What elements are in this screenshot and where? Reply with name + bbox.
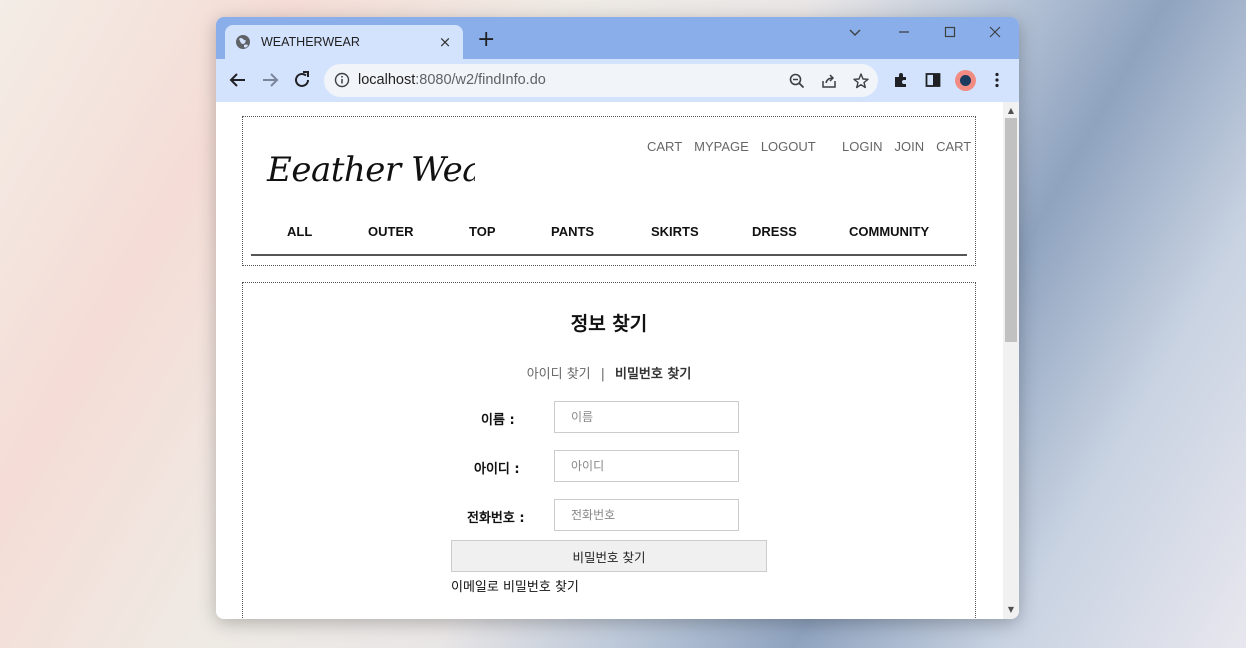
url-text: localhost:8080/w2/findInfo.do [358, 72, 546, 88]
tab-strip: WEATHERWEAR × + [216, 17, 1019, 59]
user-links-guest: LOGIN JOIN CART [842, 139, 971, 154]
browser-toolbar: localhost:8080/w2/findInfo.do [216, 59, 1019, 102]
close-window-icon[interactable] [988, 25, 1002, 39]
menu-item-skirts[interactable]: SKIRTS [651, 224, 699, 239]
forward-arrow-icon[interactable] [259, 69, 281, 91]
tab-separator: | [600, 367, 606, 382]
bookmark-star-icon[interactable] [852, 72, 870, 90]
back-arrow-icon[interactable] [227, 69, 249, 91]
new-tab-button[interactable]: + [477, 29, 495, 51]
browser-window: WEATHERWEAR × + localhost:8080/w2/findIn… [216, 17, 1019, 619]
reload-icon[interactable] [291, 69, 313, 91]
link-logout[interactable]: LOGOUT [761, 139, 816, 154]
tab-title: WEATHERWEAR [261, 35, 360, 49]
menu-item-outer[interactable]: OUTER [368, 224, 414, 239]
minimize-icon[interactable] [897, 25, 911, 39]
phone-input[interactable] [554, 499, 739, 531]
site-header: Eeather Wear CART MYPAGE LOGOUT LOGIN JO… [242, 116, 976, 266]
menu-item-community[interactable]: COMMUNITY [849, 224, 929, 239]
page-title: 정보 찾기 [570, 313, 648, 335]
scroll-thumb[interactable] [1005, 118, 1017, 342]
address-bar[interactable]: localhost:8080/w2/findInfo.do [324, 64, 878, 97]
find-password-by-email-link[interactable]: 이메일로 비밀번호 찾기 [451, 576, 579, 595]
find-password-button[interactable]: 비밀번호 찾기 [451, 540, 767, 572]
scroll-down-arrow-icon[interactable]: ▼ [1003, 603, 1019, 617]
name-input[interactable] [554, 401, 739, 433]
name-row: 이름 : [243, 401, 975, 433]
id-label: 아이디 : [474, 462, 520, 477]
scroll-up-arrow-icon[interactable]: ▲ [1003, 104, 1019, 118]
site-info-icon[interactable] [334, 72, 350, 88]
side-panel-icon[interactable] [924, 71, 942, 89]
link-cart[interactable]: CART [647, 139, 682, 154]
profile-avatar[interactable] [955, 70, 976, 91]
link-cart-guest[interactable]: CART [936, 139, 971, 154]
menu-item-dress[interactable]: DRESS [752, 224, 797, 239]
maximize-icon[interactable] [943, 25, 957, 39]
link-mypage[interactable]: MYPAGE [694, 139, 749, 154]
phone-row: 전화번호 : [243, 499, 975, 531]
category-menu: ALL OUTER TOP PANTS SKIRTS DRESS COMMUNI… [251, 222, 967, 256]
menu-item-pants[interactable]: PANTS [551, 224, 594, 239]
page-viewport: Eeather Wear CART MYPAGE LOGOUT LOGIN JO… [216, 102, 1003, 619]
menu-item-top[interactable]: TOP [469, 224, 496, 239]
find-mode-tabs: 아이디 찾기 | 비밀번호 찾기 [243, 363, 975, 382]
link-login[interactable]: LOGIN [842, 139, 882, 154]
share-icon[interactable] [820, 72, 838, 90]
more-menu-icon[interactable] [988, 71, 1006, 89]
find-info-panel: 정보 찾기 아이디 찾기 | 비밀번호 찾기 이름 : 아이디 : 전화번호 : 비… [242, 282, 976, 619]
browser-tab[interactable]: WEATHERWEAR × [225, 25, 463, 59]
tab-find-password[interactable]: 비밀번호 찾기 [615, 367, 691, 382]
svg-text:Eeather Wear: Eeather Wear [266, 150, 475, 190]
site-logo[interactable]: Eeather Wear [265, 137, 475, 193]
globe-icon [236, 35, 250, 49]
tab-search-chevron-icon[interactable] [848, 25, 862, 39]
vertical-scrollbar[interactable]: ▲ ▼ [1003, 102, 1019, 619]
extensions-puzzle-icon[interactable] [892, 71, 910, 89]
tab-close-icon[interactable]: × [437, 33, 453, 51]
zoom-out-icon[interactable] [788, 72, 806, 90]
name-label: 이름 : [481, 413, 515, 428]
tab-find-id[interactable]: 아이디 찾기 [527, 367, 591, 382]
phone-label: 전화번호 : [467, 511, 525, 526]
id-input[interactable] [554, 450, 739, 482]
id-row: 아이디 : [243, 450, 975, 482]
link-join[interactable]: JOIN [894, 139, 924, 154]
user-links-logged-in: CART MYPAGE LOGOUT [647, 139, 816, 154]
menu-item-all[interactable]: ALL [287, 224, 312, 239]
